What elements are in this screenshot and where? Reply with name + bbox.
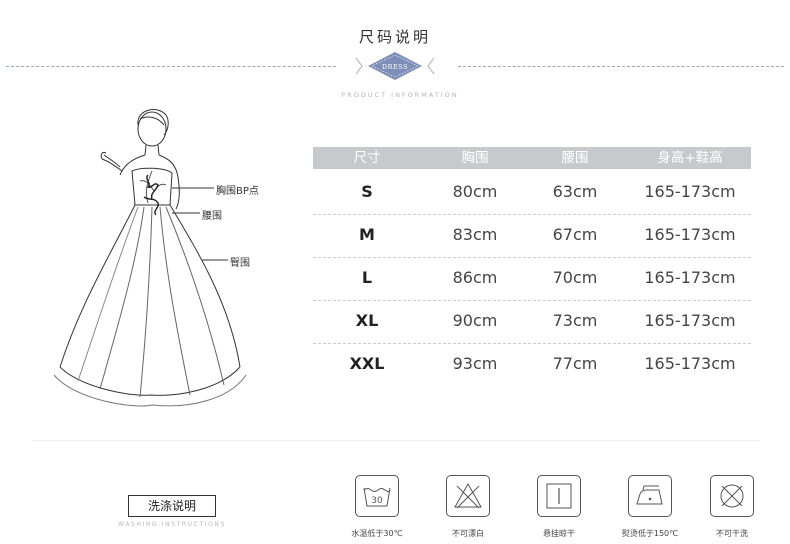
- callout-waist: 腰围: [202, 211, 222, 222]
- table-row: XL 90cm 73cm 165-173cm: [313, 299, 751, 342]
- size-cell: S: [361, 182, 373, 201]
- page-subtitle: PRODUCT INFORMATION: [341, 91, 459, 99]
- waist-cell: 63cm: [552, 182, 598, 201]
- table-row: L 86cm 70cm 165-173cm: [313, 256, 751, 299]
- waist-cell: 70cm: [552, 268, 598, 287]
- no-dry-clean-icon: [710, 475, 754, 517]
- callout-hip: 臀围: [230, 258, 250, 269]
- size-cell: M: [359, 225, 375, 244]
- bust-cell: 90cm: [452, 311, 498, 330]
- wash-temp-number: 30: [371, 496, 383, 506]
- section-divider: [32, 440, 760, 441]
- bust-cell: 86cm: [452, 268, 498, 287]
- size-table-header: 尺寸 胸围 腰围 身高+鞋高: [313, 147, 751, 169]
- badge-text: DRESS: [382, 63, 408, 71]
- dress-illustration: [53, 109, 247, 407]
- height-cell: 165-173cm: [644, 311, 736, 330]
- divider-right: [458, 66, 784, 67]
- height-cell: 165-173cm: [644, 182, 736, 201]
- waist-cell: 77cm: [552, 354, 598, 373]
- size-cell: XXL: [349, 354, 385, 373]
- wash-30-icon: 30: [355, 475, 399, 517]
- care-label: 熨烫低于150℃: [621, 529, 679, 538]
- care-label: 不可干洗: [716, 529, 748, 538]
- bust-cell: 80cm: [452, 182, 498, 201]
- iron-icon: [628, 475, 672, 517]
- waist-cell: 73cm: [552, 311, 598, 330]
- bust-cell: 83cm: [452, 225, 498, 244]
- header-waist: 腰围: [561, 150, 589, 166]
- height-cell: 165-173cm: [644, 268, 736, 287]
- size-cell: L: [361, 268, 373, 287]
- header-bust: 胸围: [461, 150, 489, 166]
- header-height: 身高+鞋高: [657, 150, 723, 166]
- table-row: S 80cm 63cm 165-173cm: [313, 170, 751, 213]
- no-bleach-icon: [446, 475, 490, 517]
- table-row: XXL 93cm 77cm 165-173cm: [313, 342, 751, 385]
- care-label: 水温低于30℃: [351, 529, 403, 538]
- page-title: 尺码说明: [358, 28, 431, 46]
- washing-title: 洗涤说明: [128, 495, 216, 517]
- care-label: 悬挂晾干: [543, 529, 575, 538]
- table-row: M 83cm 67cm 165-173cm: [313, 213, 751, 256]
- dress-badge-icon: DRESS: [355, 52, 435, 80]
- bust-cell: 93cm: [452, 354, 498, 373]
- divider-left: [6, 66, 336, 67]
- callout-bust: 胸围BP点: [216, 186, 259, 197]
- washing-subtitle: WASHING INSTRUCTIONS: [118, 521, 226, 528]
- care-label: 不可漂白: [452, 529, 484, 538]
- hang-dry-icon: [537, 475, 581, 517]
- height-cell: 165-173cm: [644, 225, 736, 244]
- height-cell: 165-173cm: [644, 354, 736, 373]
- waist-cell: 67cm: [552, 225, 598, 244]
- size-cell: XL: [355, 311, 379, 330]
- header-size: 尺寸: [353, 150, 381, 166]
